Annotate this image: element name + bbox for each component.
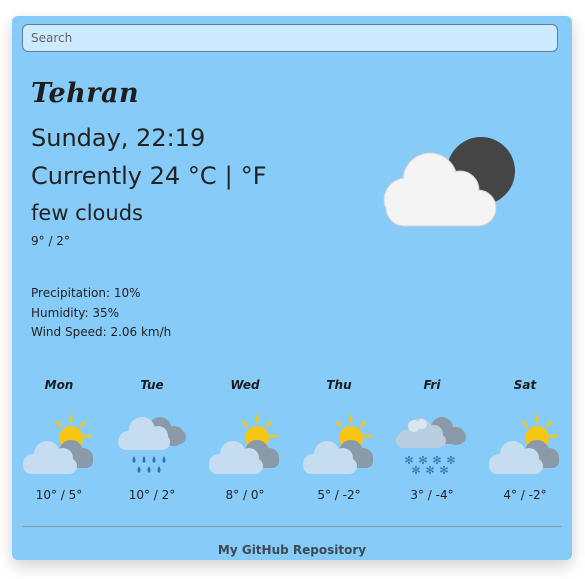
forecast-temperatures: 5° / -2° — [317, 488, 361, 502]
current-datetime: Sunday, 22:19 — [31, 124, 206, 152]
forecast-temperatures: 8° / 0° — [225, 488, 265, 502]
snow-cloud-icon: ✻ ✻ ✻ ✻ ✻ ✻ ✻ — [396, 417, 466, 476]
cloud-over-moon-icon — [383, 137, 515, 227]
weather-card: Tehran Sunday, 22:19 Currently 24 °C|°F … — [12, 16, 572, 560]
humidity-text: Humidity: 35% — [31, 305, 120, 320]
weather-description: few clouds — [31, 201, 143, 225]
currently-prefix: Currently — [31, 162, 143, 190]
wind-speed-text: Wind Speed: 2.06 km/h — [31, 325, 172, 339]
forecast-row: Mon 10° / 5° Tue 10° / 2° Wed 8° / 0° Th… — [12, 378, 572, 508]
forecast-day: Wed 8° / 0° — [205, 378, 285, 502]
partly-cloudy-sun-icon — [303, 414, 373, 474]
forecast-day-name: Tue — [140, 378, 164, 392]
forecast-day-name: Thu — [326, 378, 352, 392]
forecast-temperatures: 3° / -4° — [410, 488, 454, 502]
current-temperature: Currently 24 °C | °F — [31, 162, 267, 190]
forecast-temperatures: 10° / 5° — [35, 488, 83, 502]
svg-text:✻: ✻ — [411, 464, 420, 476]
temperature-value: 24 — [149, 162, 181, 190]
partly-cloudy-sun-icon — [209, 414, 279, 474]
forecast-day-name: Wed — [230, 378, 260, 392]
forecast-temperatures: 10° / 2° — [128, 488, 176, 502]
min-max-temperature: 9° / 2° — [31, 234, 70, 248]
forecast-day: Fri ✻ ✻ ✻ ✻ ✻ ✻ ✻ 3° / -4° — [392, 378, 472, 502]
forecast-day-name: Mon — [44, 378, 74, 392]
svg-text:✻: ✻ — [439, 464, 448, 476]
partly-cloudy-sun-icon — [489, 414, 559, 474]
forecast-day: Thu 5° / -2° — [299, 378, 379, 502]
fahrenheit-toggle[interactable]: °F — [241, 162, 267, 190]
search-input[interactable] — [22, 24, 558, 52]
weather-details: Precipitation: 10% Humidity: 35% Wind Sp… — [31, 284, 171, 343]
precipitation-text: Precipitation: 10% — [31, 286, 141, 300]
forecast-day: Tue 10° / 2° — [112, 378, 192, 502]
forecast-day: Sat 4° / -2° — [485, 378, 565, 502]
footer-divider — [22, 526, 562, 527]
forecast-day-name: Sat — [513, 378, 537, 392]
unit-separator: | — [224, 162, 233, 190]
svg-text:✻: ✻ — [425, 464, 434, 476]
github-repository-link[interactable]: My GitHub Repository — [12, 543, 572, 557]
forecast-day: Mon 10° / 5° — [19, 378, 99, 502]
forecast-day-name: Fri — [423, 378, 441, 392]
rain-cloud-icon — [118, 417, 186, 473]
partly-cloudy-sun-icon — [23, 414, 93, 474]
city-name: Tehran — [31, 78, 140, 109]
forecast-temperatures: 4° / -2° — [503, 488, 547, 502]
celsius-toggle[interactable]: °C — [188, 162, 217, 190]
